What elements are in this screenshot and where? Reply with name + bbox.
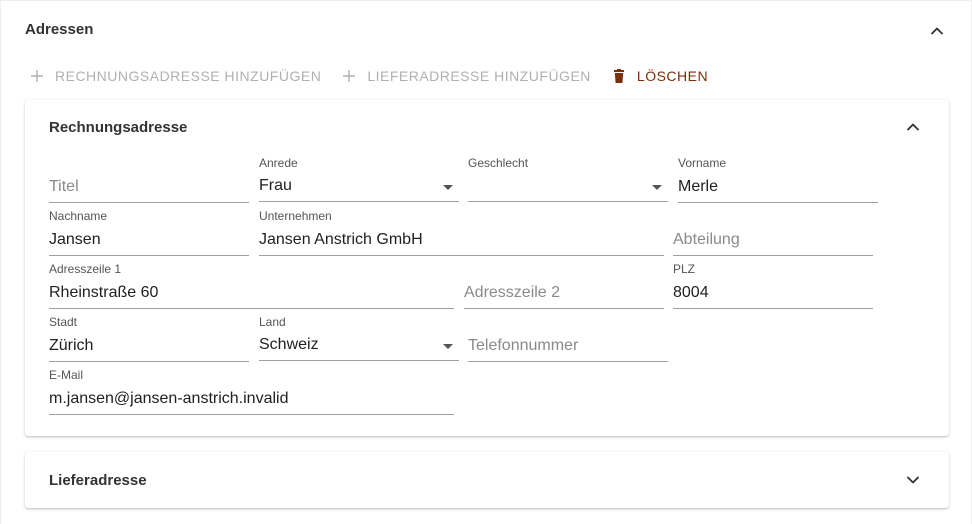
country-value: Schweiz — [259, 336, 319, 353]
last-name-label: Nachname — [49, 209, 108, 223]
billing-address-card: Rechnungsadresse Titel Anrede Frau Gesch… — [25, 100, 949, 436]
salutation-value: Frau — [259, 177, 292, 194]
city-label: Stadt — [49, 315, 78, 329]
address-line-1-value: Rheinstraße 60 — [49, 284, 159, 301]
first-name-label: Vorname — [678, 156, 727, 170]
zip-label: PLZ — [673, 262, 696, 276]
city-value: Zürich — [49, 337, 94, 354]
first-name-value: Merle — [678, 178, 719, 195]
delete-label: LÖSCHEN — [636, 68, 709, 84]
delivery-address-title: Lieferadresse — [49, 472, 147, 489]
address-toolbar: RECHNUNGSADRESSE HINZUFÜGEN LIEFERADRESS… — [29, 63, 728, 89]
add-billing-address-button[interactable]: RECHNUNGSADRESSE HINZUFÜGEN — [29, 68, 321, 84]
last-name-value: Jansen — [49, 231, 101, 248]
dropdown-arrow-icon — [443, 185, 453, 190]
phone-input[interactable]: Telefonnummer — [468, 317, 668, 362]
company-value: Jansen Anstrich GmbH — [259, 231, 423, 248]
country-select[interactable]: Land Schweiz — [259, 315, 459, 361]
address-line-2-placeholder: Adresszeile 2 — [464, 284, 561, 301]
salutation-label: Anrede — [259, 156, 298, 170]
chevron-up-icon[interactable] — [927, 21, 947, 41]
zip-input[interactable]: PLZ 8004 — [673, 262, 873, 309]
add-billing-address-label: RECHNUNGSADRESSE HINZUFÜGEN — [55, 68, 322, 84]
company-input[interactable]: Unternehmen Jansen Anstrich GmbH — [259, 209, 664, 256]
delivery-address-card[interactable]: Lieferadresse — [25, 452, 949, 508]
trash-icon — [613, 69, 624, 83]
address-line-1-input[interactable]: Adresszeile 1 Rheinstraße 60 — [49, 262, 454, 309]
addresses-section: Adressen RECHNUNGSADRESSE HINZUFÜGEN LIE… — [0, 0, 972, 524]
last-name-input[interactable]: Nachname Jansen — [49, 209, 249, 256]
department-input[interactable]: Abteilung — [673, 211, 873, 256]
plus-icon — [343, 70, 356, 82]
phone-placeholder: Telefonnummer — [468, 337, 579, 354]
dropdown-arrow-icon — [652, 185, 662, 190]
plus-icon — [31, 70, 43, 82]
department-placeholder: Abteilung — [673, 231, 740, 248]
first-name-input[interactable]: Vorname Merle — [678, 156, 878, 203]
chevron-down-icon[interactable] — [903, 470, 923, 490]
dropdown-arrow-icon — [443, 344, 453, 349]
add-delivery-address-label: LIEFERADRESSE HINZUFÜGEN — [367, 68, 591, 84]
city-input[interactable]: Stadt Zürich — [49, 315, 249, 362]
add-delivery-address-button[interactable]: LIEFERADRESSE HINZUFÜGEN — [341, 68, 591, 84]
email-input[interactable]: E-Mail m.jansen@jansen-anstrich.invalid — [49, 368, 454, 415]
chevron-up-icon[interactable] — [903, 117, 923, 137]
title-input[interactable]: Titel — [49, 158, 249, 203]
section-title: Adressen — [25, 21, 94, 38]
billing-address-title: Rechnungsadresse — [49, 119, 188, 136]
address-line-2-input[interactable]: Adresszeile 2 — [464, 264, 664, 309]
gender-label: Geschlecht — [468, 156, 529, 170]
delete-button[interactable]: LÖSCHEN — [611, 68, 708, 84]
title-placeholder: Titel — [49, 178, 79, 195]
email-value: m.jansen@jansen-anstrich.invalid — [49, 390, 289, 407]
country-label: Land — [259, 315, 286, 329]
company-label: Unternehmen — [259, 209, 332, 223]
salutation-select[interactable]: Anrede Frau — [259, 156, 459, 202]
email-label: E-Mail — [49, 368, 84, 382]
zip-value: 8004 — [673, 284, 709, 301]
address-line-1-label: Adresszeile 1 — [49, 262, 122, 276]
gender-select[interactable]: Geschlecht — [468, 156, 668, 202]
